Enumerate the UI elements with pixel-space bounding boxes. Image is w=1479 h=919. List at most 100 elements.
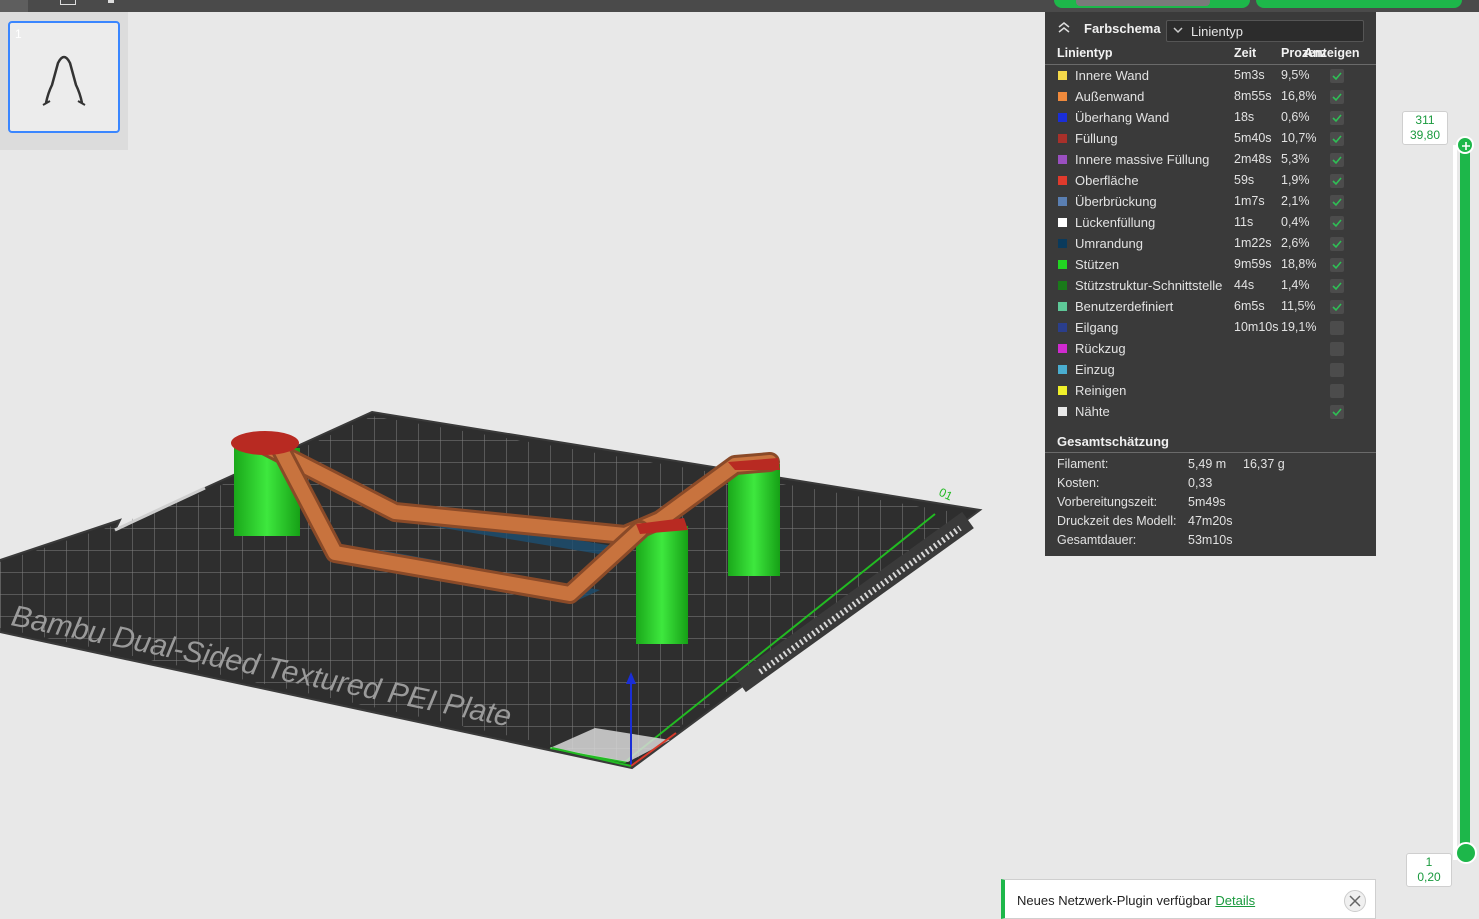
line-type-name: Füllung [1075,131,1118,146]
line-type-time: 1m7s [1234,194,1265,208]
line-type-name: Lückenfüllung [1075,215,1156,230]
line-type-percent: 2,6% [1281,236,1310,250]
col-header-show: Anzeigen [1304,46,1360,60]
line-type-name: Nähte [1075,404,1110,419]
top-layer-handle[interactable] [1456,136,1474,154]
show-checkbox[interactable] [1330,216,1344,230]
color-swatch [1058,155,1067,164]
line-type-time: 8m55s [1234,89,1272,103]
estimate-row: Filament: 5,49 m 16,37 g [1045,457,1376,476]
show-checkbox[interactable] [1330,321,1344,335]
show-checkbox[interactable] [1330,279,1344,293]
show-checkbox[interactable] [1330,405,1344,419]
legend-row: Nähte [1045,401,1376,422]
line-type-time: 5m3s [1234,68,1265,82]
show-checkbox[interactable] [1330,111,1344,125]
chevron-down-icon [1173,27,1183,34]
bottom-layer-handle[interactable] [1455,842,1477,864]
close-icon [1349,895,1361,907]
color-swatch [1058,260,1067,269]
slice-plate-button[interactable] [1054,0,1250,8]
line-type-percent: 16,8% [1281,89,1317,103]
check-icon [1332,303,1342,312]
show-checkbox[interactable] [1330,300,1344,314]
line-type-name: Stützen [1075,257,1120,272]
show-checkbox[interactable] [1330,258,1344,272]
legend-row: Außenwand 8m55s 16,8% [1045,86,1376,107]
divider [1045,452,1376,453]
color-swatch [1058,386,1067,395]
show-checkbox[interactable] [1330,174,1344,188]
line-type-name: Oberfläche [1075,173,1139,188]
show-checkbox[interactable] [1330,90,1344,104]
color-swatch [1058,281,1067,290]
line-type-time: 10m10s [1234,320,1279,334]
line-type-name: Außenwand [1075,89,1145,104]
estimate-value-secondary: 16,37 g [1243,457,1285,471]
estimate-row: Druckzeit des Modell: 47m20s [1045,514,1376,533]
line-type-name: Innere massive Füllung [1075,152,1210,167]
line-type-name: Eilgang [1075,320,1119,335]
details-link[interactable]: Details [1215,893,1255,908]
legend-row: Überbrückung 1m7s 2,1% [1045,191,1376,212]
line-type-time: 59s [1234,173,1255,187]
line-type-time: 2m48s [1234,152,1272,166]
col-header-type: Linientyp [1057,46,1113,60]
line-type-name: Überhang Wand [1075,110,1170,125]
line-type-percent: 19,1% [1281,320,1317,334]
toolbar-tab[interactable] [0,0,28,12]
color-swatch [1058,323,1067,332]
plate-thumbnail[interactable]: 1 [8,21,120,133]
toolbar-label-fragment [108,0,114,3]
legend-row: Umrandung 1m22s 2,6% [1045,233,1376,254]
show-checkbox[interactable] [1330,363,1344,377]
color-swatch [1058,365,1067,374]
notification-text: Neues Netzwerk-Plugin verfügbar [1017,893,1212,908]
print-plate-button[interactable] [1256,0,1462,8]
color-swatch [1058,113,1067,122]
estimate-key: Druckzeit des Modell: [1057,514,1177,528]
color-swatch [1058,407,1067,416]
color-scheme-label: Farbschema [1084,21,1161,36]
layer-slider-track[interactable] [1460,145,1470,855]
line-type-name: Umrandung [1075,236,1143,251]
file-icon[interactable] [60,0,76,5]
color-swatch [1058,197,1067,206]
check-icon [1332,408,1342,417]
line-type-name: Überbrückung [1075,194,1157,209]
estimate-title: Gesamtschätzung [1057,434,1169,449]
check-icon [1332,219,1342,228]
show-checkbox[interactable] [1330,384,1344,398]
check-icon [1332,198,1342,207]
top-layer-label: 311 39,80 [1402,111,1448,145]
color-scheme-select[interactable]: Linientyp [1166,20,1364,42]
show-checkbox[interactable] [1330,153,1344,167]
show-checkbox[interactable] [1330,342,1344,356]
collapse-icon[interactable] [1057,21,1071,33]
check-icon [1332,240,1342,249]
estimate-row: Gesamtdauer: 53m10s [1045,533,1376,552]
slice-dropdown[interactable] [1076,0,1210,6]
show-checkbox[interactable] [1330,237,1344,251]
color-swatch [1058,176,1067,185]
color-swatch [1058,92,1067,101]
legend-panel: Farbschema Linientyp Linientyp Zeit Proz… [1045,12,1376,556]
line-type-time: 11s [1234,215,1254,229]
legend-row: Eilgang 10m10s 19,1% [1045,317,1376,338]
notification-toast: Neues Netzwerk-Plugin verfügbar Details [1001,879,1376,919]
show-checkbox[interactable] [1330,69,1344,83]
check-icon [1332,114,1342,123]
top-layer-height: 39,80 [1409,128,1441,142]
notification-message: Neues Netzwerk-Plugin verfügbar Details [1017,893,1255,908]
close-button[interactable] [1344,890,1366,912]
show-checkbox[interactable] [1330,195,1344,209]
bed-corner-mark: 01 [937,485,955,503]
line-type-percent: 10,7% [1281,131,1317,145]
legend-row: Innere massive Füllung 2m48s 5,3% [1045,149,1376,170]
line-type-percent: 0,6% [1281,110,1310,124]
bottom-layer-label: 1 0,20 [1406,853,1452,887]
estimate-value: 0,33 [1188,476,1213,490]
line-type-percent: 11,5% [1281,299,1316,313]
show-checkbox[interactable] [1330,132,1344,146]
legend-row: Stützstruktur-Schnittstelle 44s 1,4% [1045,275,1376,296]
